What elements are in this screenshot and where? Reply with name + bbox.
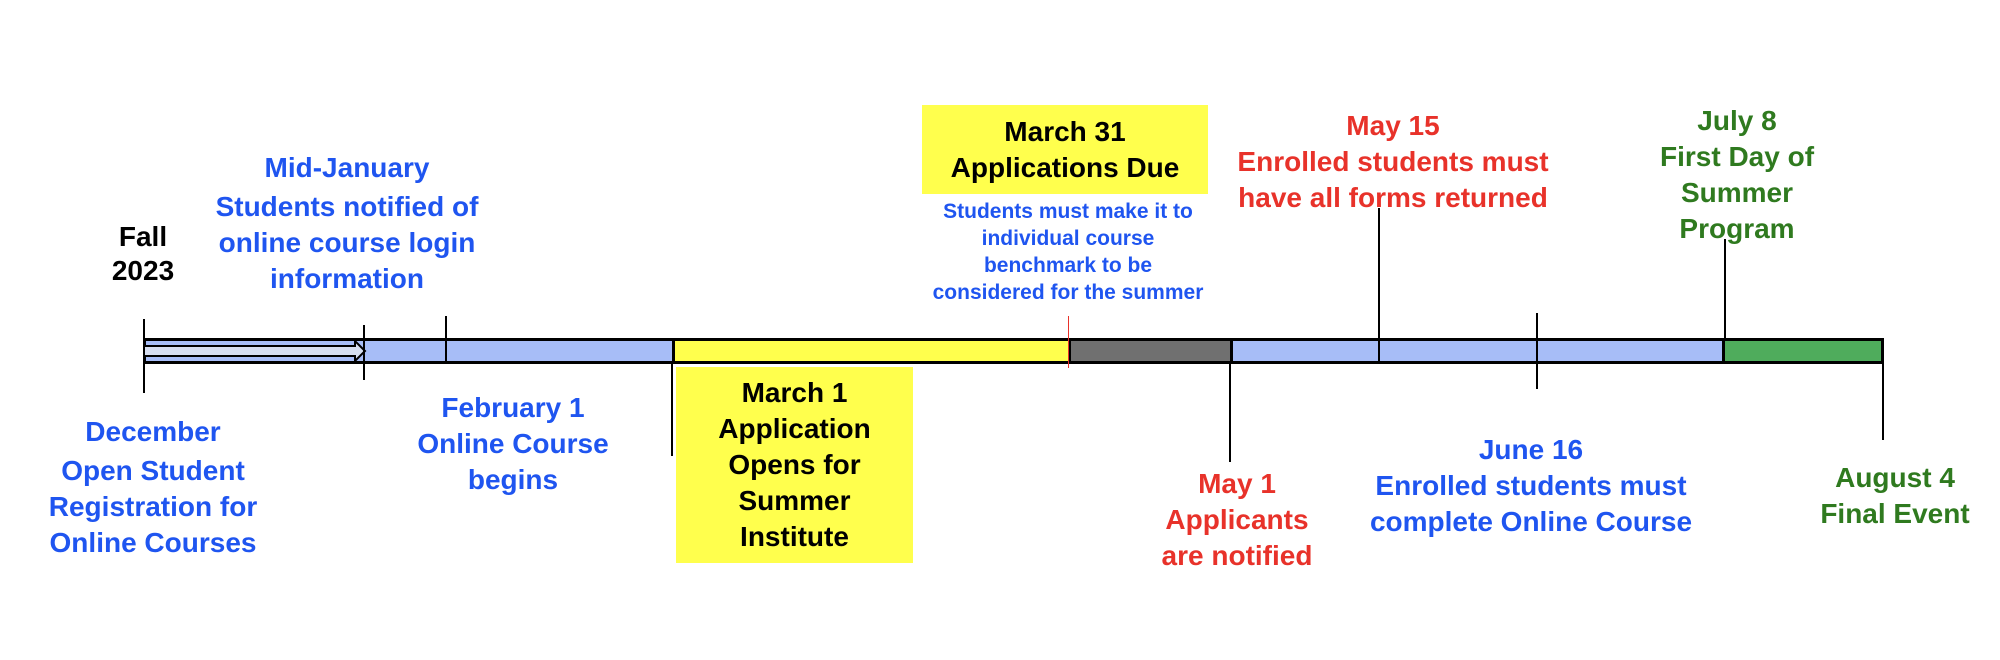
timeline-diagram: Fall 2023 Mid-January Students notified …: [0, 0, 2000, 660]
label-line: Online Course: [417, 428, 609, 459]
label-fall-2023: Fall 2023: [112, 220, 174, 288]
label-line: Final Event: [1820, 498, 1970, 529]
label-line: online course login: [218, 227, 476, 258]
label-line: Students must make it to: [943, 200, 1193, 223]
label-line: Applicants: [1165, 504, 1309, 535]
tick-august4: [1882, 364, 1884, 440]
segment-enrolled-period: [1230, 338, 1725, 364]
label-line: Open Student: [61, 455, 245, 486]
label-february-1: February 1 Online Course begins: [417, 390, 608, 498]
label-line: Enrolled students must: [1375, 470, 1687, 501]
label-line: Fall: [118, 221, 168, 252]
label-line: individual course: [981, 227, 1155, 250]
label-title: February 1: [441, 392, 585, 423]
label-line: 2023: [111, 255, 175, 286]
label-line: First Day of: [1659, 141, 1815, 172]
label-line: information: [269, 263, 424, 294]
label-march-1: March 1 Application Opens for Summer Ins…: [676, 367, 913, 563]
label-line: benchmark to be: [983, 254, 1153, 277]
label-line: complete Online Course: [1369, 506, 1693, 537]
tick-february: [671, 364, 673, 456]
label-line: Enrolled students must: [1237, 146, 1549, 177]
tick-march31: [1068, 316, 1069, 368]
tick-december: [143, 319, 145, 393]
label-line: are notified: [1161, 540, 1313, 571]
tick-mid-january: [445, 316, 447, 364]
label-line: Online Courses: [49, 527, 257, 558]
label-title: March 1: [741, 377, 848, 408]
label-line: Registration for: [48, 491, 258, 522]
label-line: Application: [718, 413, 871, 444]
label-line: Students notified of: [215, 191, 479, 222]
label-line: Program: [1679, 213, 1795, 244]
label-title: December: [85, 416, 221, 447]
label-line: begins: [467, 464, 559, 495]
label-line: Institute: [740, 521, 849, 552]
segment-summer-program: [1722, 338, 1884, 364]
label-title: August 4: [1835, 462, 1955, 493]
label-title: Mid-January: [264, 152, 430, 183]
label-line: have all forms returned: [1238, 182, 1548, 213]
tick-fall: [363, 325, 365, 380]
label-march-31: March 31 Applications Due: [922, 105, 1208, 194]
label-title: March 31: [1004, 115, 1126, 147]
label-line: Summer: [738, 485, 851, 516]
arrow-icon: [143, 338, 367, 364]
label-line: Opens for: [728, 449, 861, 480]
label-title: May 1: [1198, 468, 1276, 499]
label-may-15: May 15 Enrolled students must have all f…: [1237, 108, 1548, 216]
label-line: considered for the summer: [932, 281, 1204, 304]
tick-july8: [1724, 239, 1726, 339]
tick-june16: [1536, 313, 1538, 389]
label-mid-january: Mid-January Students notified of online …: [216, 150, 479, 297]
label-line: Applications Due: [950, 151, 1180, 183]
segment-review-period: [1068, 338, 1233, 364]
label-august-4: August 4 Final Event: [1820, 460, 1969, 532]
label-title: May 15: [1346, 110, 1440, 141]
segment-application-window: [672, 338, 1071, 364]
tick-may1: [1229, 364, 1231, 462]
tick-may15: [1378, 208, 1380, 364]
label-march-31-note: Students must make it to individual cour…: [933, 198, 1204, 306]
label-title: July 8: [1697, 105, 1777, 136]
label-line: Summer: [1680, 177, 1794, 208]
label-december: December Open Student Registration for O…: [49, 414, 257, 561]
label-july-8: July 8 First Day of Summer Program: [1660, 103, 1814, 247]
label-may-1: May 1 Applicants are notified: [1162, 466, 1313, 574]
label-title: June 16: [1478, 434, 1584, 465]
label-june-16: June 16 Enrolled students must complete …: [1370, 432, 1692, 540]
